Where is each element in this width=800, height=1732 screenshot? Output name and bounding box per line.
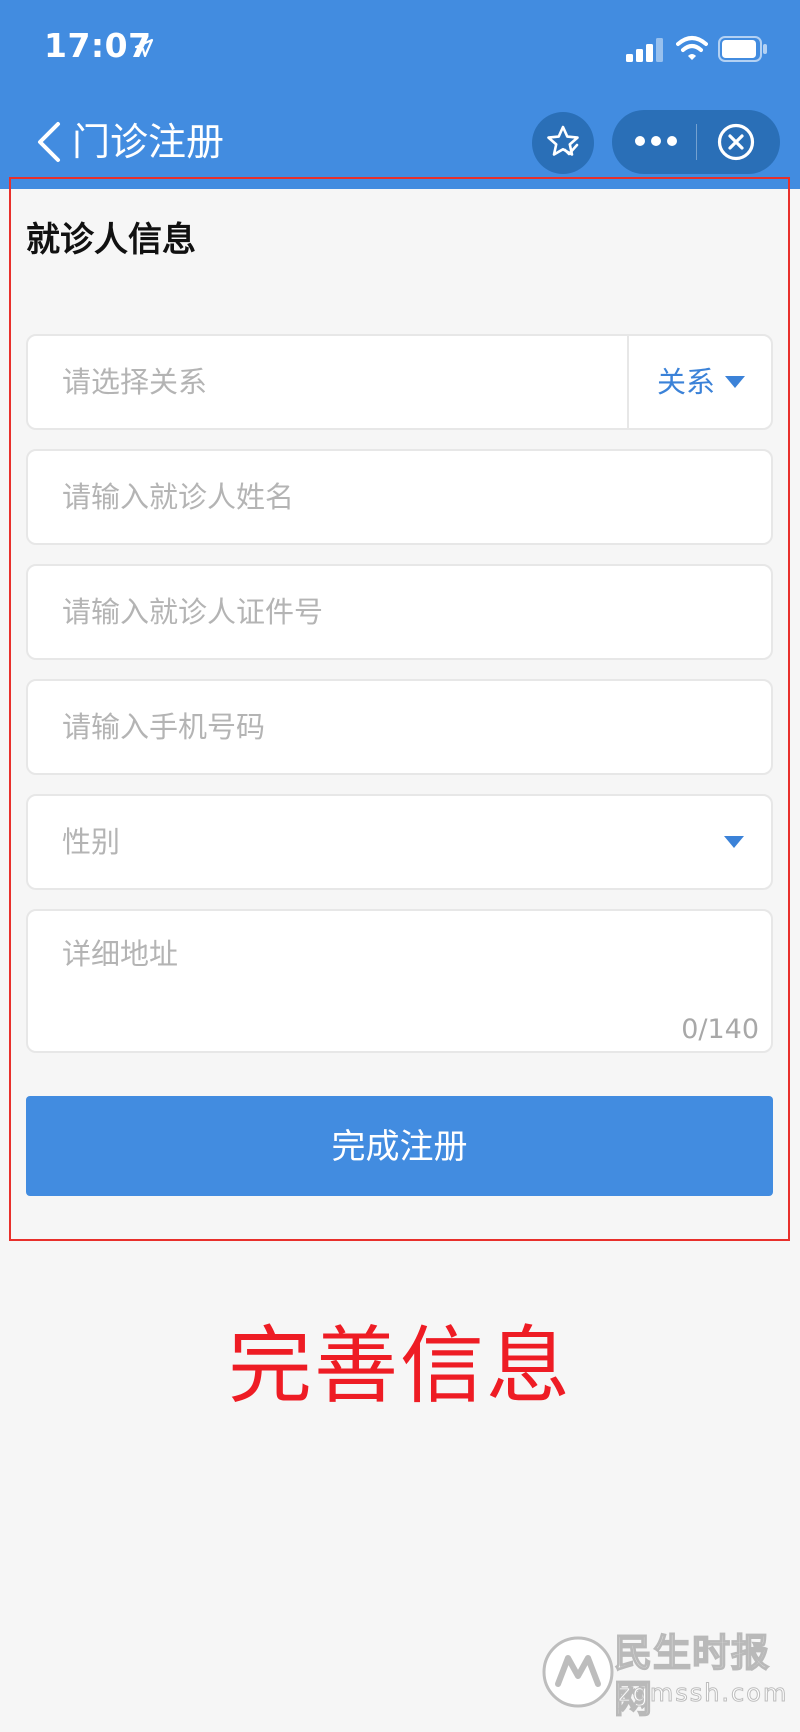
annotation-caption: 完善信息 (227, 1317, 572, 1415)
relation-input[interactable] (62, 336, 602, 428)
watermark-logo-icon (542, 1636, 614, 1708)
back-chevron-icon[interactable] (34, 120, 62, 164)
page-title: 门诊注册 (72, 120, 225, 164)
id-number-field[interactable] (26, 564, 773, 660)
nav-bar: 门诊注册 (0, 100, 800, 189)
relation-select-label: 关系 (657, 365, 716, 399)
app-header: 17:07 门诊注册 (0, 0, 800, 189)
favorite-button[interactable] (532, 112, 594, 174)
char-counter: 0/140 (681, 1014, 759, 1045)
wifi-icon (676, 36, 708, 60)
section-title: 就诊人信息 (26, 220, 196, 260)
address-field[interactable]: 0/140 (26, 909, 773, 1053)
gender-select[interactable]: 性别 (26, 794, 773, 890)
location-arrow-icon (134, 38, 154, 58)
patient-name-input[interactable] (62, 451, 742, 543)
gender-placeholder: 性别 (62, 825, 121, 859)
phone-field[interactable] (26, 679, 773, 775)
watermark-url: zgmssh.com (617, 1679, 789, 1708)
watermark: 民生时报网 zgmssh.com (538, 1626, 788, 1722)
id-number-input[interactable] (62, 566, 742, 658)
submit-button[interactable]: 完成注册 (26, 1096, 773, 1196)
relation-select-button[interactable]: 关系 (629, 336, 771, 428)
star-icon (547, 125, 579, 156)
watermark-name: 民生时报网 (613, 1630, 771, 1722)
signal-icon (626, 38, 663, 62)
capsule-divider (696, 124, 697, 160)
relation-field[interactable]: 关系 (26, 334, 773, 430)
phone-input[interactable] (62, 681, 742, 773)
close-circle-icon[interactable] (716, 122, 756, 162)
battery-icon (718, 36, 767, 62)
caret-down-icon (725, 376, 745, 388)
name-field[interactable] (26, 449, 773, 545)
mini-program-capsule (612, 110, 780, 174)
status-bar: 17:07 (0, 0, 800, 100)
caret-down-icon (724, 836, 744, 848)
address-textarea[interactable] (62, 933, 722, 1003)
more-dots-icon[interactable] (634, 134, 678, 148)
